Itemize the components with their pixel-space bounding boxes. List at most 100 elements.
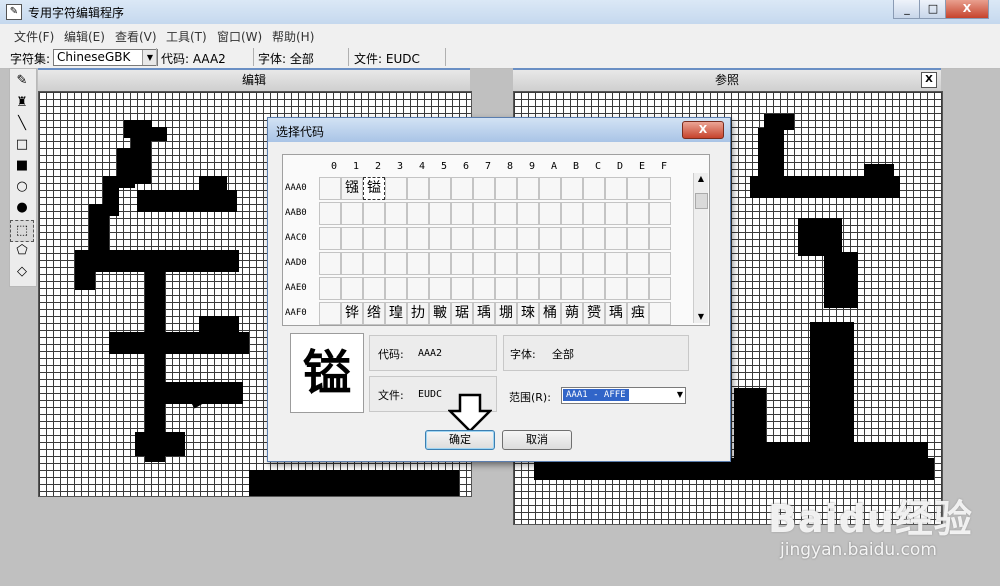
code-cell[interactable]	[561, 227, 583, 250]
code-cell[interactable]	[583, 227, 605, 250]
charset-select[interactable]: ChineseGBK ▼	[53, 49, 158, 66]
code-cell[interactable]	[451, 252, 473, 275]
code-cell[interactable]	[319, 277, 341, 300]
code-cell[interactable]	[627, 252, 649, 275]
code-cell[interactable]	[319, 177, 341, 200]
code-cell[interactable]	[495, 252, 517, 275]
code-cell[interactable]: 扐	[407, 302, 429, 325]
code-cell[interactable]: 瑀	[473, 302, 495, 325]
code-cell[interactable]	[539, 177, 561, 200]
code-cell[interactable]	[583, 252, 605, 275]
code-cell[interactable]: 镪	[341, 177, 363, 200]
code-cell[interactable]	[407, 227, 429, 250]
code-cell[interactable]	[319, 302, 341, 325]
code-cell[interactable]	[539, 227, 561, 250]
code-cell[interactable]: 琜	[517, 302, 539, 325]
code-cell[interactable]	[407, 277, 429, 300]
code-cell[interactable]	[539, 202, 561, 225]
menu-window[interactable]: 窗口(W)	[217, 28, 262, 45]
code-table-scrollbar[interactable]: ▲ ▼	[693, 173, 708, 323]
menu-help[interactable]: 帮助(H)	[272, 28, 314, 45]
code-cell[interactable]: 瑀	[605, 302, 627, 325]
cancel-button[interactable]: 取消	[502, 430, 572, 450]
code-cell[interactable]	[517, 277, 539, 300]
menu-tools[interactable]: 工具(T)	[166, 28, 207, 45]
code-cell[interactable]	[385, 227, 407, 250]
code-cell[interactable]	[561, 202, 583, 225]
code-cell[interactable]	[627, 227, 649, 250]
rect-select-icon[interactable]: ⬚	[10, 220, 34, 242]
code-cell[interactable]	[341, 277, 363, 300]
code-cell[interactable]	[517, 252, 539, 275]
code-cell[interactable]	[451, 227, 473, 250]
code-cell[interactable]	[583, 202, 605, 225]
code-cell[interactable]	[451, 177, 473, 200]
code-cell[interactable]: 痋	[627, 302, 649, 325]
code-cell[interactable]	[407, 202, 429, 225]
code-cell[interactable]	[561, 177, 583, 200]
code-cell[interactable]	[385, 202, 407, 225]
code-cell[interactable]: 赟	[583, 302, 605, 325]
code-cell[interactable]: 皸	[429, 302, 451, 325]
code-cell[interactable]	[649, 302, 671, 325]
code-cell[interactable]	[341, 227, 363, 250]
pencil-icon[interactable]: ✎	[11, 71, 33, 91]
code-cell[interactable]	[649, 177, 671, 200]
maximize-button[interactable]: □	[919, 0, 947, 19]
code-cell[interactable]: 桶	[539, 302, 561, 325]
code-cell[interactable]	[363, 252, 385, 275]
code-cell[interactable]	[627, 277, 649, 300]
code-cell[interactable]: 铧	[341, 302, 363, 325]
code-cell[interactable]: 瑝	[385, 302, 407, 325]
code-cell[interactable]	[319, 202, 341, 225]
code-cell[interactable]	[649, 227, 671, 250]
code-cell[interactable]	[429, 177, 451, 200]
code-cell[interactable]	[429, 202, 451, 225]
scroll-thumb[interactable]	[695, 193, 708, 209]
line-tool-icon[interactable]: ╲	[11, 114, 33, 134]
code-cell[interactable]	[561, 252, 583, 275]
code-cell[interactable]	[517, 177, 539, 200]
code-cell[interactable]	[473, 277, 495, 300]
filled-ellipse-icon[interactable]: ●	[11, 198, 33, 218]
minimize-button[interactable]: _	[893, 0, 921, 19]
dialog-close-button[interactable]: X	[682, 121, 724, 139]
code-cell[interactable]: 蒴	[561, 302, 583, 325]
code-cell[interactable]	[407, 177, 429, 200]
brush-icon[interactable]: ♜	[11, 93, 33, 113]
code-cell[interactable]	[517, 202, 539, 225]
eraser-icon[interactable]: ◇	[11, 262, 33, 282]
code-cell[interactable]	[473, 177, 495, 200]
code-cell[interactable]	[363, 202, 385, 225]
code-cell[interactable]	[319, 252, 341, 275]
hollow-rectangle-icon[interactable]: □	[11, 135, 33, 155]
code-cell[interactable]	[605, 277, 627, 300]
code-cell[interactable]: 堋	[495, 302, 517, 325]
code-cell[interactable]	[605, 227, 627, 250]
code-cell[interactable]	[385, 177, 407, 200]
freeform-select-icon[interactable]: ⬠	[11, 241, 33, 261]
code-cell[interactable]	[451, 202, 473, 225]
scroll-down-icon[interactable]: ▼	[694, 311, 708, 323]
code-cell[interactable]	[473, 227, 495, 250]
close-button[interactable]: X	[945, 0, 989, 19]
chevron-down-icon[interactable]: ▼	[142, 50, 157, 65]
code-cell[interactable]	[649, 252, 671, 275]
range-select[interactable]: AAA1 - AFFE ▼	[561, 387, 686, 404]
code-cell[interactable]	[539, 252, 561, 275]
code-cell[interactable]	[319, 227, 341, 250]
code-cell[interactable]	[495, 177, 517, 200]
code-cell[interactable]	[495, 277, 517, 300]
code-cell[interactable]	[429, 277, 451, 300]
menu-edit[interactable]: 编辑(E)	[64, 28, 105, 45]
filled-rectangle-icon[interactable]: ■	[11, 156, 33, 176]
code-cell[interactable]	[385, 277, 407, 300]
code-cell[interactable]	[605, 202, 627, 225]
code-cell[interactable]	[517, 227, 539, 250]
reference-close-button[interactable]: X	[921, 72, 937, 88]
chevron-down-icon[interactable]: ▼	[677, 390, 683, 399]
code-cell[interactable]	[385, 252, 407, 275]
code-cell[interactable]	[627, 202, 649, 225]
code-cell[interactable]	[429, 227, 451, 250]
code-cell[interactable]	[605, 177, 627, 200]
